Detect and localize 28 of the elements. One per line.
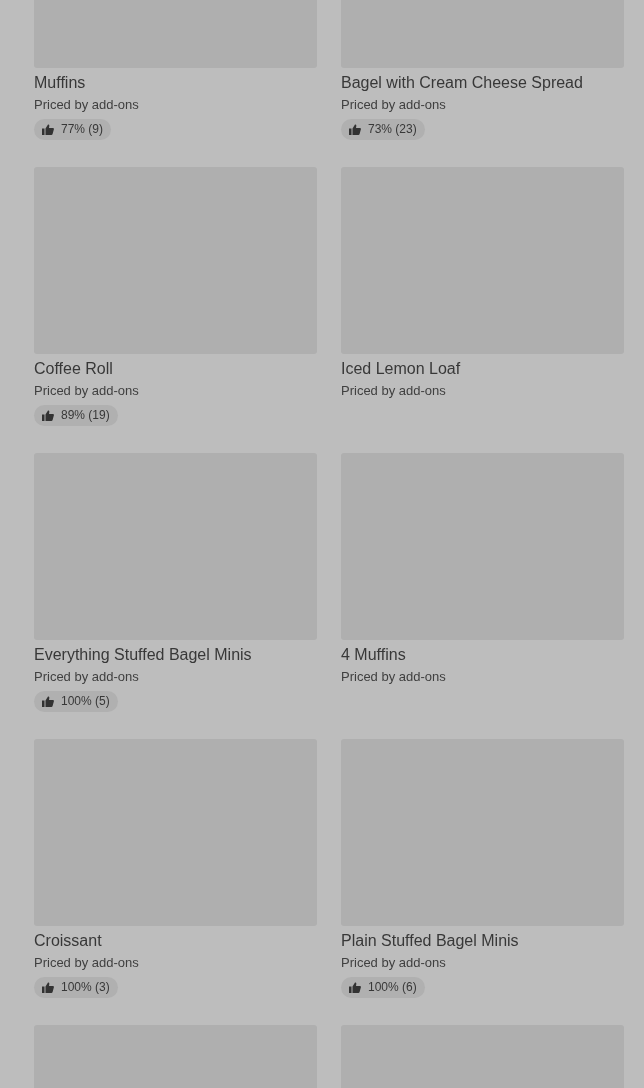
- thumbs-up-icon: [349, 124, 361, 135]
- price-note: Priced by add-ons: [341, 383, 446, 399]
- price-note: Priced by add-ons: [34, 669, 139, 685]
- price-note: Priced by add-ons: [34, 955, 139, 971]
- price-note: Priced by add-ons: [34, 97, 139, 113]
- price-note: Priced by add-ons: [341, 669, 446, 685]
- rating-text: 100% (5): [61, 694, 110, 709]
- rating-text: 73% (23): [368, 122, 417, 137]
- item-title: Everything Stuffed Bagel Minis: [34, 645, 252, 665]
- rating-text: 100% (6): [368, 980, 417, 995]
- thumbs-up-icon: [349, 982, 361, 993]
- price-note: Priced by add-ons: [341, 97, 446, 113]
- rating-text: 89% (19): [61, 408, 110, 423]
- price-note: Priced by add-ons: [34, 383, 139, 399]
- price-note: Priced by add-ons: [341, 955, 446, 971]
- thumbs-up-icon: [42, 982, 54, 993]
- rating-text: 100% (3): [61, 980, 110, 995]
- item-title: Plain Stuffed Bagel Minis: [341, 931, 519, 951]
- item-title: Croissant: [34, 931, 102, 951]
- item-title: Bagel with Cream Cheese Spread: [341, 73, 583, 93]
- thumbs-up-icon: [42, 124, 54, 135]
- thumbs-up-icon: [42, 410, 54, 421]
- item-title: 4 Muffins: [341, 645, 406, 665]
- item-title: Iced Lemon Loaf: [341, 359, 461, 379]
- item-title: Muffins: [34, 73, 86, 93]
- thumbs-up-icon: [42, 696, 54, 707]
- rating-text: 77% (9): [61, 122, 104, 137]
- item-title: Coffee Roll: [34, 359, 113, 379]
